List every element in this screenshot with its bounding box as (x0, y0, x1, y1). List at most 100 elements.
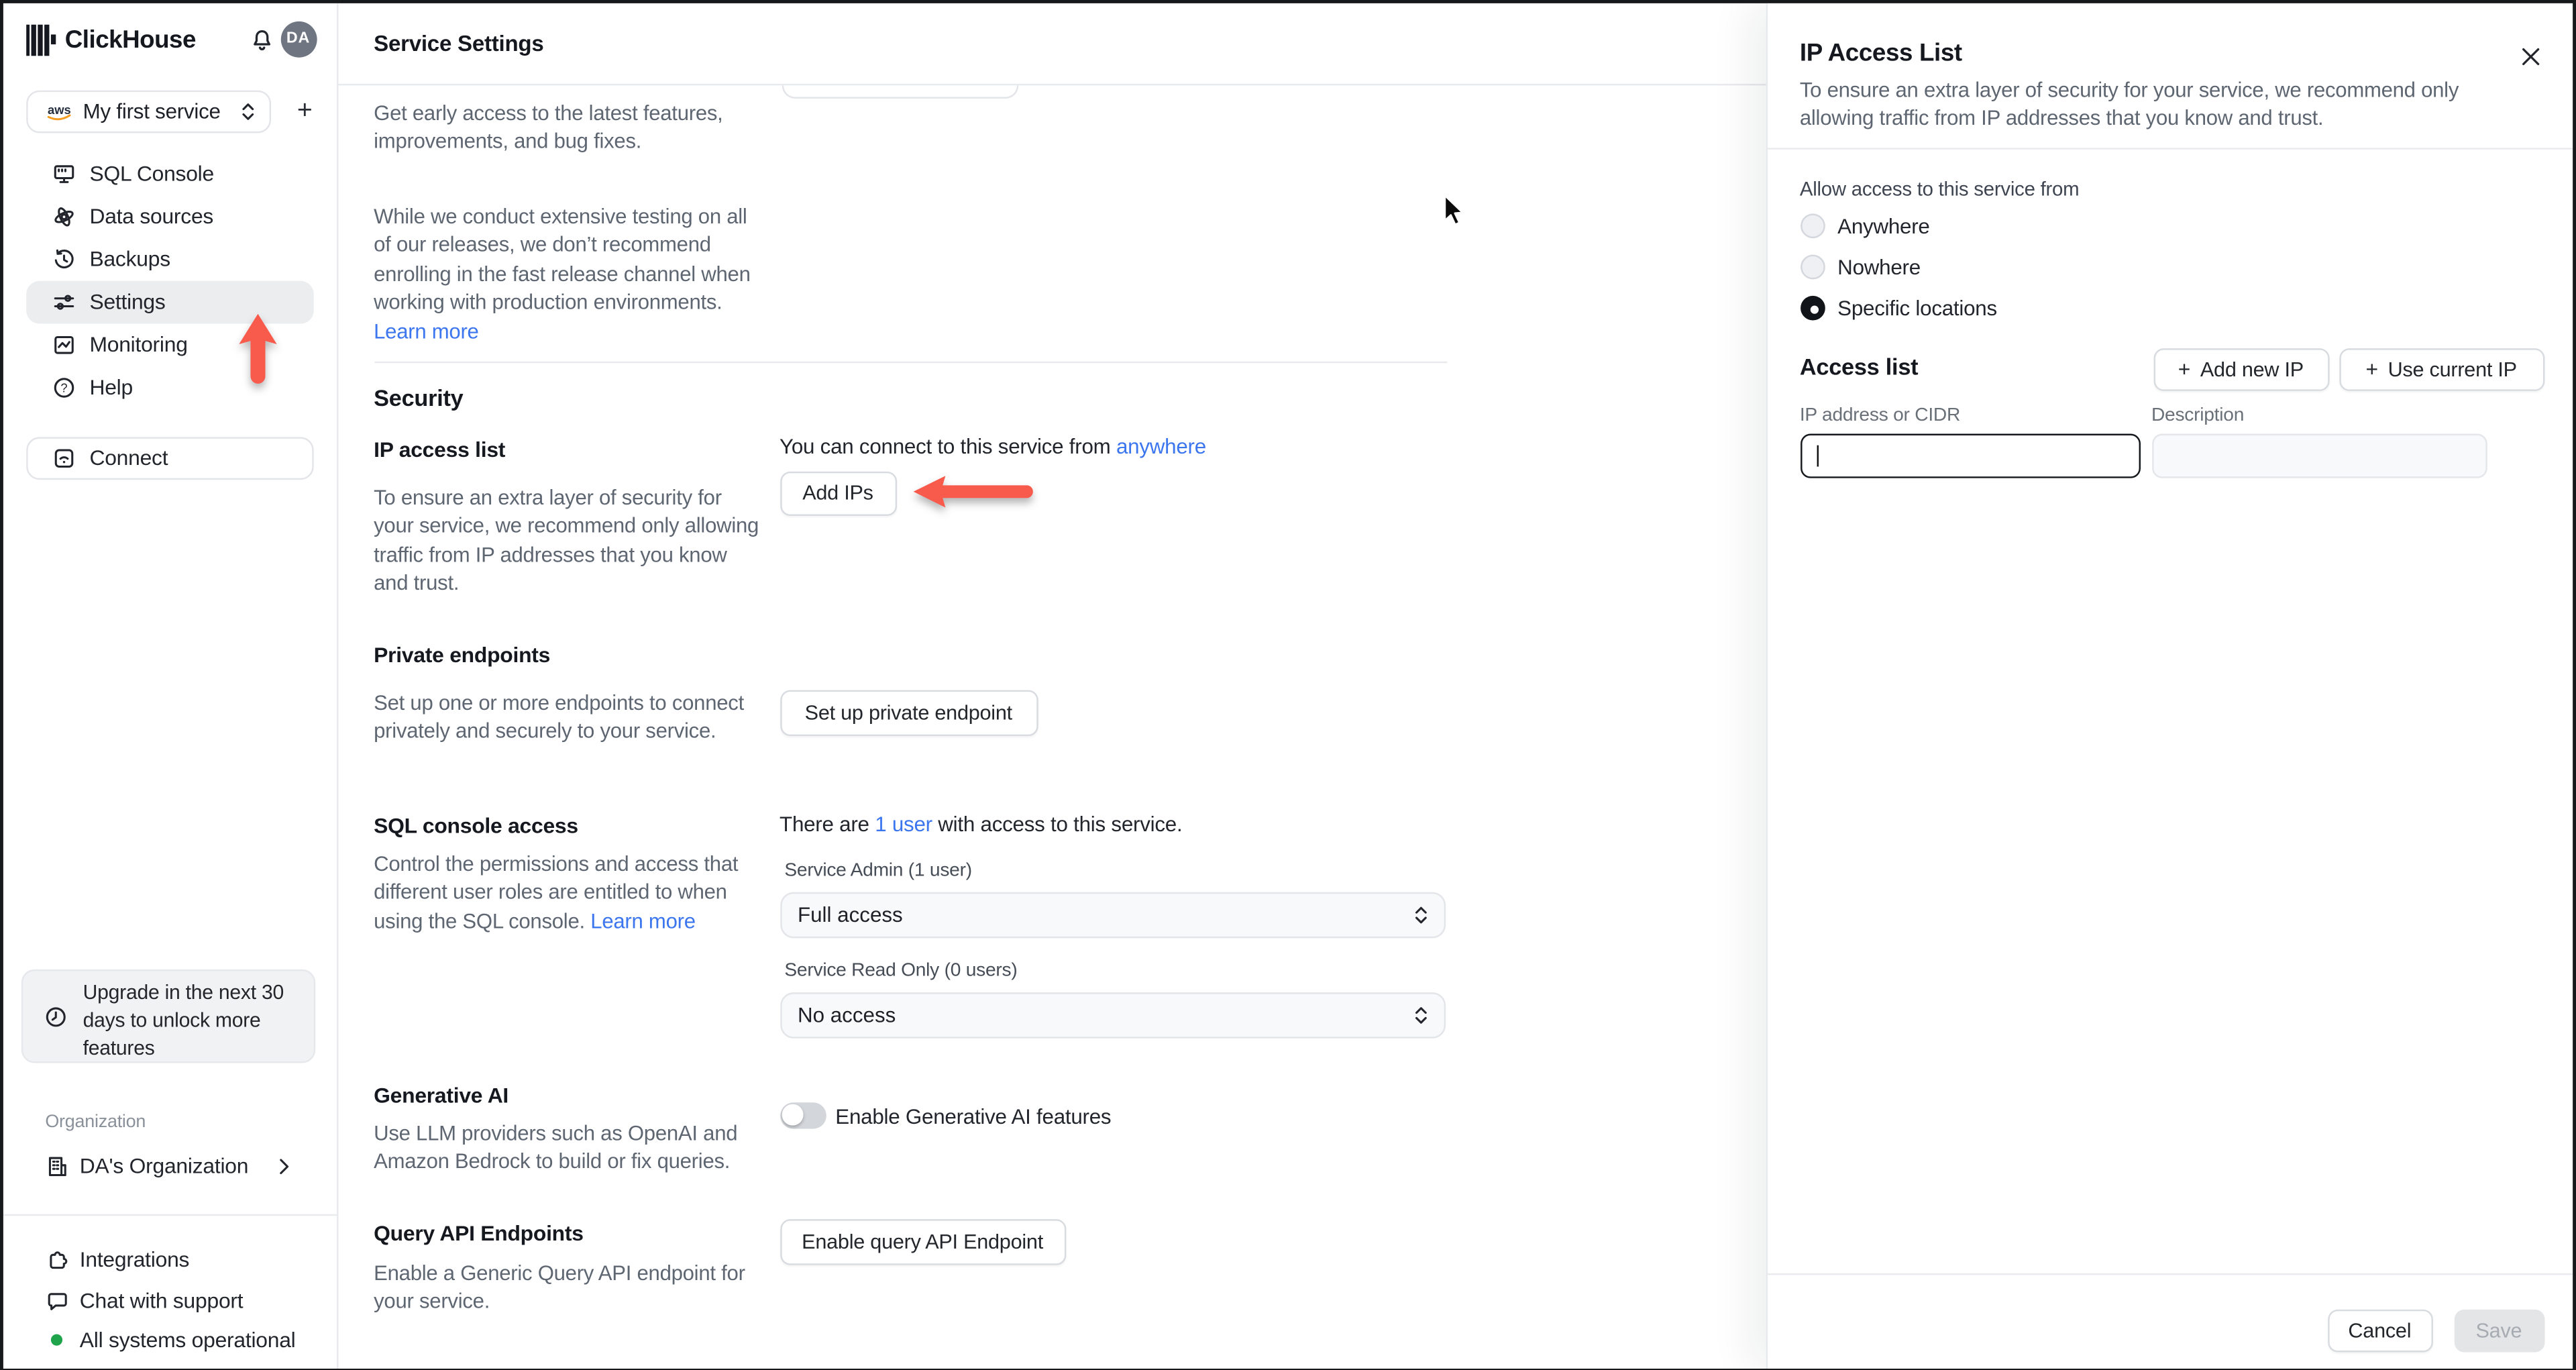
sql-console-description: Control the permissions and access that … (374, 850, 760, 937)
radio-specific-locations[interactable]: Specific locations (1799, 295, 1997, 320)
setup-private-endpoint-button[interactable]: Set up private endpoint (780, 689, 1038, 735)
radio-anywhere[interactable]: Anywhere (1799, 213, 1930, 238)
system-status-label: All systems operational (79, 1327, 296, 1353)
settings-icon (52, 290, 74, 313)
section-divider (374, 360, 1447, 362)
chevron-up-down-icon (1414, 906, 1426, 923)
data-sources-icon (52, 205, 74, 227)
service-name: My first service (83, 98, 221, 123)
service-admin-select[interactable]: Full access (780, 891, 1445, 938)
private-endpoints-title: Private endpoints (374, 641, 551, 667)
release-paragraph-1: Get early access to the latest features,… (374, 101, 723, 153)
chevron-up-down-icon (1414, 1006, 1426, 1023)
status-dot (50, 1334, 62, 1346)
clickhouse-console-window: ClickHouse DA aws My first service + SQL… (2, 2, 2572, 1368)
monitoring-icon (52, 333, 74, 356)
chevron-right-icon (279, 1158, 288, 1173)
learn-more-link[interactable]: Learn more (374, 319, 479, 342)
sql-console-users-text: There are 1 user with access to this ser… (780, 810, 1183, 836)
security-heading: Security (374, 383, 464, 411)
radio-label: Nowhere (1837, 254, 1921, 279)
add-ips-button[interactable]: Add IPs (780, 470, 896, 515)
sql-learn-more-link[interactable]: Learn more (590, 910, 696, 933)
connect-label: Connect (89, 445, 168, 470)
sidebar-item-system-status[interactable]: All systems operational (3, 1320, 336, 1360)
connect-from-prefix: You can connect to this service from (780, 433, 1116, 458)
chat-bubble-icon (47, 1292, 66, 1310)
ip-access-list-panel: IP Access List To ensure an extra layer … (1765, 2, 2572, 1368)
avatar[interactable]: DA (280, 20, 317, 57)
radio-label: Anywhere (1837, 213, 1930, 238)
release-paragraph-2-text: While we conduct extensive testing on al… (374, 204, 751, 314)
query-api-title: Query API Endpoints (374, 1220, 584, 1245)
add-new-ip-label: Add new IP (2200, 357, 2304, 380)
fast-release-select-partial[interactable] (781, 85, 1018, 98)
sidebar-item-label: Settings (89, 289, 166, 314)
save-button[interactable]: Save (2453, 1308, 2544, 1352)
generative-ai-toggle-label: Enable Generative AI features (835, 1103, 1112, 1128)
notification-bell-icon[interactable] (249, 27, 274, 52)
toggle-knob (782, 1104, 804, 1126)
close-icon[interactable] (2520, 45, 2541, 66)
connect-from-text: You can connect to this service from any… (780, 433, 1206, 458)
users-prefix: There are (780, 810, 875, 836)
generative-ai-toggle[interactable] (780, 1102, 826, 1128)
service-readonly-label: Service Read Only (0 users) (784, 960, 1018, 980)
upgrade-banner[interactable]: Upgrade in the next 30 days to unlock mo… (20, 968, 315, 1063)
chevron-up-down-icon (241, 102, 253, 119)
svg-text:?: ? (60, 380, 66, 394)
anywhere-link[interactable]: anywhere (1116, 433, 1206, 458)
ip-address-input[interactable] (1799, 433, 2140, 478)
aws-logo-icon: aws (46, 102, 70, 119)
sidebar-item-integrations[interactable]: Integrations (3, 1240, 336, 1279)
radio-nowhere[interactable]: Nowhere (1799, 254, 1921, 279)
sql-console-icon (52, 162, 74, 185)
ip-access-list-title: IP access list (374, 436, 506, 461)
allow-access-label: Allow access to this service from (1799, 176, 2080, 200)
generative-ai-title: Generative AI (374, 1082, 509, 1107)
users-suffix: with access to this service. (932, 810, 1183, 836)
panel-title: IP Access List (1799, 38, 1962, 67)
add-new-ip-button[interactable]: + Add new IP (2153, 347, 2329, 390)
building-icon (48, 1156, 66, 1175)
cancel-button[interactable]: Cancel (2326, 1308, 2432, 1352)
sidebar-item-backups[interactable]: Backups (25, 238, 313, 280)
sidebar-item-chat-support[interactable]: Chat with support (3, 1281, 336, 1320)
brand-name: ClickHouse (64, 25, 197, 54)
puzzle-icon (49, 1251, 67, 1268)
radio-icon (1799, 213, 1825, 238)
use-current-ip-button[interactable]: + Use current IP (2339, 347, 2544, 390)
add-service-button[interactable]: + (290, 95, 319, 127)
service-readonly-select[interactable]: No access (780, 991, 1445, 1038)
connect-button[interactable]: Connect (25, 436, 313, 479)
sidebar-item-label: Help (89, 374, 133, 400)
sql-console-access-title: SQL console access (374, 812, 578, 837)
generative-ai-description: Use LLM providers such as OpenAI and Ama… (374, 1121, 738, 1173)
enable-query-api-button[interactable]: Enable query API Endpoint (780, 1218, 1066, 1265)
service-admin-value: Full access (797, 902, 903, 927)
sidebar-item-sql-console[interactable]: SQL Console (25, 152, 313, 195)
panel-description: To ensure an extra layer of security for… (1799, 78, 2459, 130)
panel-divider-top (1766, 147, 2572, 149)
ip-address-label: IP address or CIDR (1799, 405, 1961, 425)
text-caret (1816, 444, 1818, 466)
annotation-arrow-left (912, 474, 1032, 507)
ip-access-description: To ensure an extra layer of security for… (374, 485, 759, 595)
description-input[interactable] (2151, 433, 2487, 478)
radio-icon (1799, 254, 1825, 279)
mouse-cursor (1443, 193, 1463, 225)
sidebar-item-data-sources[interactable]: Data sources (25, 195, 313, 238)
annotation-arrow-up (238, 313, 276, 383)
organization-name: DA's Organization (79, 1153, 249, 1178)
private-endpoints-description: Set up one or more endpoints to connect … (374, 690, 745, 743)
sidebar-item-label: Monitoring (89, 331, 188, 357)
organization-selector[interactable]: DA's Organization (3, 1146, 336, 1185)
service-selector[interactable]: aws My first service (25, 89, 270, 133)
service-admin-label: Service Admin (1 user) (784, 860, 972, 880)
description-label: Description (2151, 405, 2245, 425)
one-user-link[interactable]: 1 user (875, 811, 932, 836)
screen: ClickHouse DA aws My first service + SQL… (0, 0, 2576, 1370)
radio-label: Specific locations (1837, 295, 1997, 320)
chat-support-label: Chat with support (79, 1287, 244, 1313)
service-readonly-value: No access (797, 1002, 896, 1027)
